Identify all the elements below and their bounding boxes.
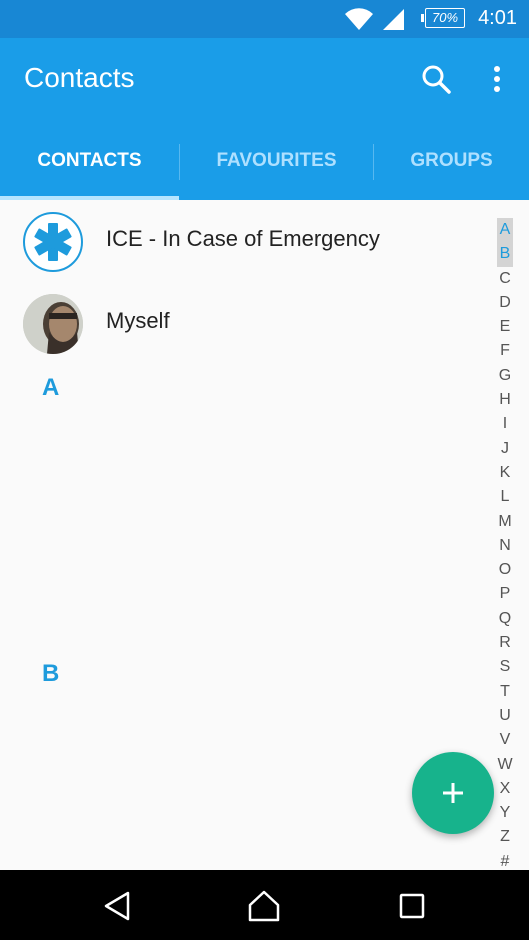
- add-contact-button[interactable]: [412, 752, 494, 834]
- battery-indicator: 70%: [421, 8, 465, 28]
- list-item[interactable]: ICE - In Case of Emergency: [0, 200, 490, 282]
- index-letter[interactable]: H: [497, 388, 513, 412]
- index-letter[interactable]: I: [497, 412, 513, 436]
- index-letter[interactable]: X: [497, 777, 513, 801]
- app-bar: Contacts CONTACTS FAVOURITES GROUPS: [0, 38, 529, 200]
- profile-photo: [23, 294, 83, 354]
- home-icon[interactable]: [246, 888, 282, 924]
- recents-icon[interactable]: [394, 888, 430, 924]
- index-letter[interactable]: T: [497, 680, 513, 704]
- status-bar: 70% 4:01: [0, 0, 529, 38]
- more-vert-icon[interactable]: [480, 62, 514, 96]
- page-title: Contacts: [24, 62, 135, 93]
- index-letter[interactable]: Q: [497, 607, 513, 631]
- signal-icon: [383, 9, 404, 30]
- tab-contacts[interactable]: CONTACTS: [0, 136, 179, 200]
- list-item[interactable]: Myself: [0, 282, 490, 364]
- index-letter[interactable]: J: [497, 437, 513, 461]
- contact-name: Myself: [106, 308, 170, 333]
- index-letter[interactable]: Y: [497, 801, 513, 825]
- clock: 4:01: [478, 7, 517, 29]
- plus-icon: [443, 783, 463, 803]
- index-letter[interactable]: D: [497, 291, 513, 315]
- wifi-icon: [345, 8, 373, 30]
- index-letter[interactable]: B: [497, 242, 513, 267]
- index-letter[interactable]: K: [497, 461, 513, 485]
- index-letter[interactable]: C: [497, 267, 513, 291]
- index-letter[interactable]: A: [497, 218, 513, 243]
- index-letter[interactable]: Z: [497, 825, 513, 849]
- index-letter[interactable]: P: [497, 582, 513, 606]
- avatar: [23, 212, 83, 272]
- back-icon[interactable]: [100, 888, 136, 924]
- index-letter[interactable]: S: [497, 655, 513, 679]
- section-header: B: [42, 660, 60, 687]
- tab-groups[interactable]: GROUPS: [374, 136, 529, 200]
- navigation-bar: [0, 870, 529, 940]
- section-header: A: [42, 374, 60, 401]
- index-letter[interactable]: G: [497, 364, 513, 388]
- contact-name: ICE - In Case of Emergency: [106, 226, 380, 251]
- index-letter[interactable]: W: [497, 753, 513, 777]
- tab-bar: CONTACTS FAVOURITES GROUPS: [0, 136, 529, 200]
- index-letter[interactable]: L: [497, 485, 513, 509]
- index-letter[interactable]: F: [497, 339, 513, 363]
- star-of-life-icon: [34, 223, 72, 261]
- index-letter[interactable]: U: [497, 704, 513, 728]
- alphabet-index[interactable]: A B C D E F G H I J K L M N O P Q R S T …: [497, 218, 513, 874]
- avatar: [23, 294, 83, 354]
- index-letter[interactable]: N: [497, 534, 513, 558]
- index-letter[interactable]: E: [497, 315, 513, 339]
- index-letter[interactable]: R: [497, 631, 513, 655]
- index-letter[interactable]: V: [497, 728, 513, 752]
- search-icon[interactable]: [419, 62, 453, 96]
- index-letter[interactable]: O: [497, 558, 513, 582]
- tab-favourites[interactable]: FAVOURITES: [180, 136, 373, 200]
- index-letter[interactable]: M: [497, 510, 513, 534]
